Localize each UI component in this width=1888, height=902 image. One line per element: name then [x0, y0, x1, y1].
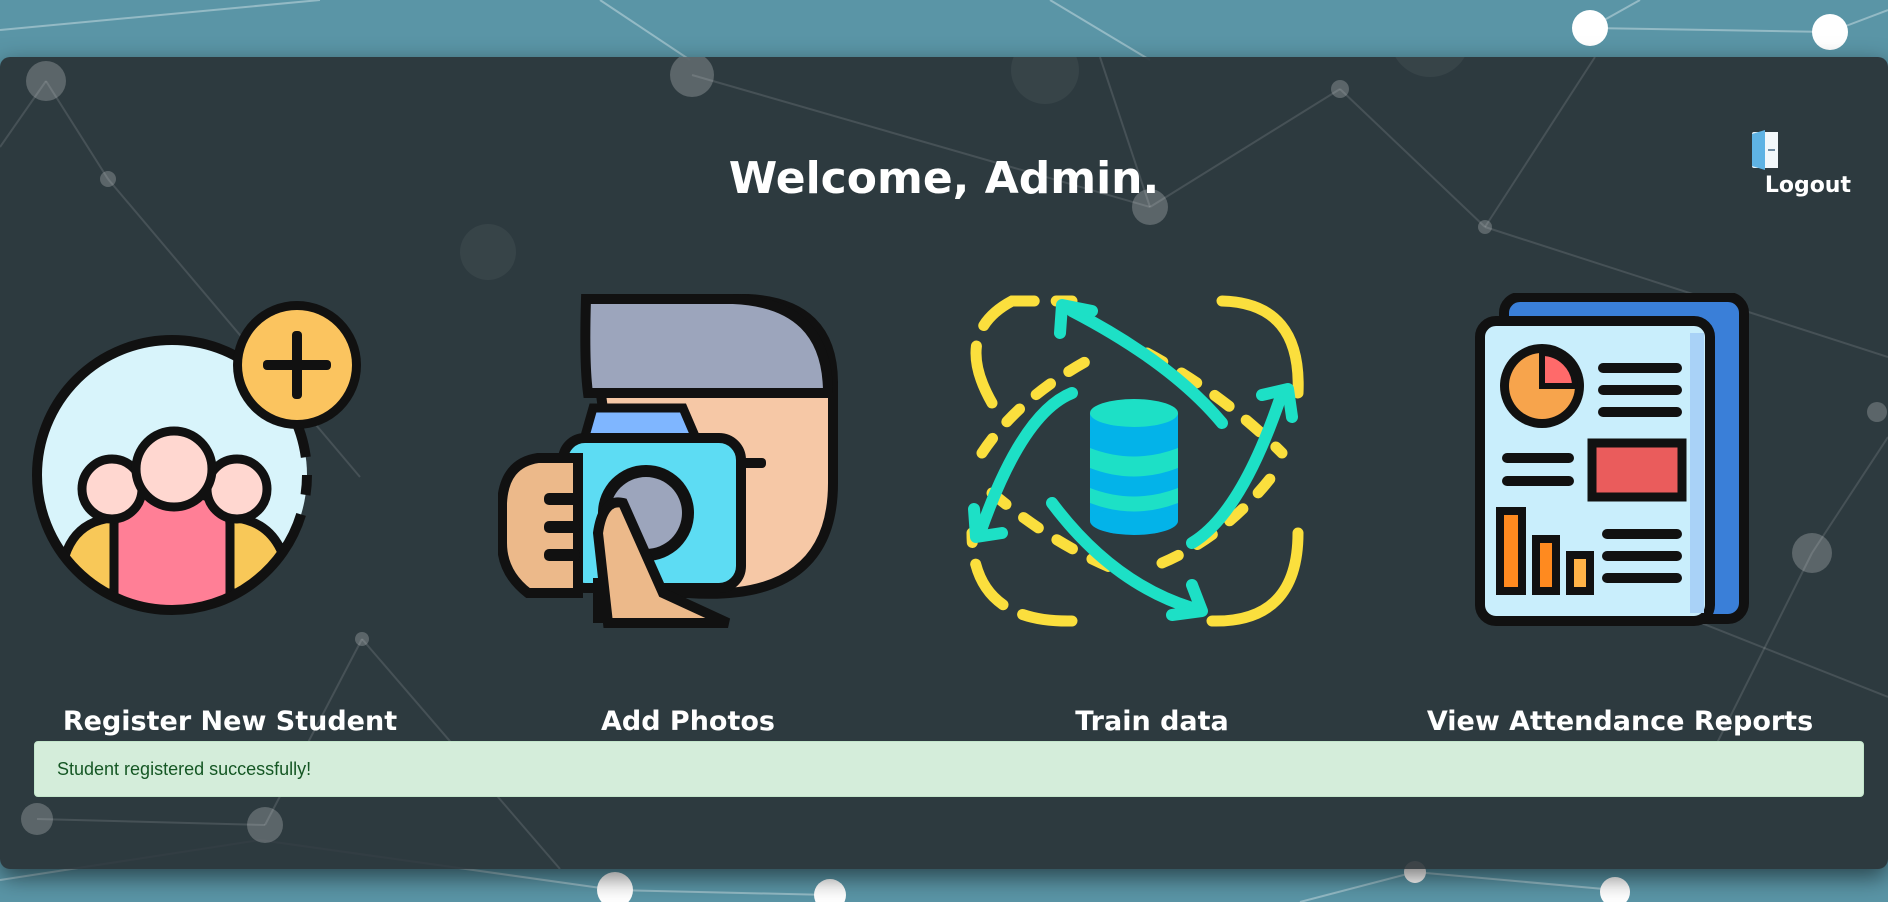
view-attendance-reports-label: View Attendance Reports: [1426, 706, 1814, 737]
success-alert: Student registered successfully!: [34, 741, 1864, 797]
train-data-label: Train data: [1075, 706, 1229, 737]
page-title: Welcome, Admin.: [728, 153, 1160, 204]
train-data-card[interactable]: Train data: [922, 293, 1382, 773]
add-photos-card[interactable]: Add Photos: [458, 293, 918, 773]
register-new-student-label: Register New Student: [62, 706, 398, 737]
report-document-icon: [1475, 293, 1749, 626]
add-group-icon: [32, 301, 361, 615]
register-new-student-card[interactable]: Register New Student: [0, 293, 460, 773]
database-sync-icon: [966, 295, 1304, 627]
view-attendance-reports-card[interactable]: View Attendance Reports: [1390, 293, 1850, 773]
photographer-camera-icon: [498, 294, 838, 628]
dashboard-panel: Logout Welcome, Admin. Register New Stud…: [0, 57, 1888, 869]
add-photos-label: Add Photos: [600, 706, 776, 737]
